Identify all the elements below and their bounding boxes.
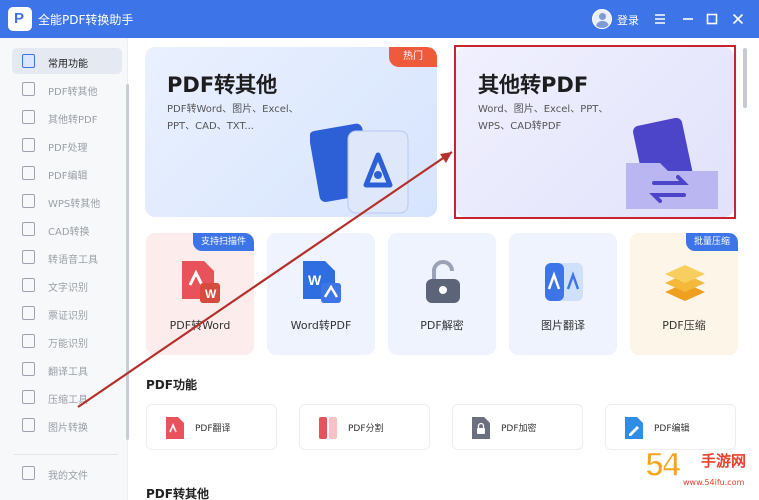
watermark-number: 54: [644, 445, 681, 485]
maximize-icon[interactable]: [702, 9, 722, 29]
pdf-lock-icon: [472, 417, 490, 439]
card-description: PDF转Word、图片、Excel、PPT、CAD、TXT...: [167, 104, 299, 132]
tool-image-translate[interactable]: 图片翻译: [509, 233, 617, 355]
scan-icon: [22, 334, 35, 348]
word-to-pdf-icon: W: [303, 261, 341, 303]
sidebar-divider: [14, 454, 118, 455]
sidebar-scrollbar[interactable]: [126, 84, 129, 440]
tool-pdf-compress[interactable]: 批量压缩 PDF压缩: [630, 233, 738, 355]
svg-text:W: W: [205, 287, 217, 301]
sidebar-item-other-to-pdf[interactable]: 其他转PDF: [12, 104, 122, 130]
app-logo: P: [8, 7, 32, 31]
sidebar-item-my-files[interactable]: 我的文件: [12, 460, 122, 486]
edit-icon: [22, 166, 35, 180]
sidebar-item-universal[interactable]: 万能识别: [12, 328, 122, 354]
wps-icon: [22, 194, 35, 208]
document-icon: [22, 138, 35, 152]
sidebar-item-common[interactable]: 常用功能: [12, 48, 122, 74]
text-recognize-icon: [22, 278, 35, 292]
pdf-to-word-icon: W: [182, 261, 220, 303]
tool-pdf-to-word[interactable]: 支持扫描件 W PDF转Word: [146, 233, 254, 355]
pdf-split-icon: [319, 417, 337, 439]
pdf-translate-icon: [166, 417, 184, 439]
home-icon: [22, 54, 35, 68]
ticket-icon: [22, 306, 35, 320]
main-scrollbar[interactable]: [743, 48, 747, 108]
scan-support-badge: 支持扫描件: [192, 233, 254, 251]
sidebar-item-wps[interactable]: WPS转其他: [12, 188, 122, 214]
sidebar-item-ocr[interactable]: 文字识别: [12, 272, 122, 298]
card-pdf-to-other[interactable]: PDF转其他 PDF转Word、图片、Excel、PPT、CAD、TXT... …: [145, 47, 437, 217]
file-pdf-icon: [22, 110, 35, 124]
hot-badge: 热门: [389, 47, 437, 67]
svg-text:W: W: [308, 272, 322, 288]
minimize-icon[interactable]: [678, 9, 698, 29]
sidebar-item-voice[interactable]: 转语音工具: [12, 244, 122, 270]
menu-icon[interactable]: [650, 9, 670, 29]
card-title: PDF转其他: [167, 73, 278, 97]
highlight-box: [454, 45, 736, 219]
sidebar-item-compress[interactable]: 压缩工具: [12, 384, 122, 410]
sidebar-item-pdf-edit[interactable]: PDF编辑: [12, 160, 122, 186]
sidebar-item-cad[interactable]: CAD转换: [12, 216, 122, 242]
avatar-icon[interactable]: [592, 9, 612, 29]
sidebar-item-pdf-process[interactable]: PDF处理: [12, 132, 122, 158]
translate-icon: [22, 362, 35, 376]
folder-icon: [22, 466, 35, 480]
title-bar: P 全能PDF转换助手 登录: [0, 0, 759, 38]
sidebar-item-translate[interactable]: 翻译工具: [12, 356, 122, 382]
sidebar-item-pdf-to-other[interactable]: PDF转其他: [12, 76, 122, 102]
pdf-edit-icon: [625, 417, 643, 439]
function-pdf-split[interactable]: PDF分割: [299, 404, 430, 450]
sidebar-item-image[interactable]: 图片转换: [12, 412, 122, 438]
cad-icon: [22, 222, 35, 236]
close-icon[interactable]: [728, 9, 748, 29]
image-icon: [22, 418, 35, 432]
pdf-document-illustration-icon: [310, 123, 409, 214]
function-pdf-encrypt[interactable]: PDF加密: [452, 404, 583, 450]
watermark-url: www.54ifu.com: [683, 478, 745, 487]
compress-layers-icon: [665, 265, 705, 301]
sidebar-item-ticket[interactable]: 票证识别: [12, 300, 122, 326]
tool-word-to-pdf[interactable]: W Word转PDF: [267, 233, 375, 355]
batch-compress-badge: 批量压缩: [685, 233, 738, 251]
section-title-pdf-to-other: PDF转其他: [146, 487, 209, 500]
section-title-pdf-functions: PDF功能: [146, 378, 197, 392]
tool-pdf-decrypt[interactable]: PDF解密: [388, 233, 496, 355]
app-title: 全能PDF转换助手: [38, 13, 134, 27]
login-button[interactable]: 登录: [617, 12, 639, 28]
voice-icon: [22, 250, 35, 264]
image-translate-icon: [545, 263, 583, 301]
watermark-text: 手游网: [701, 452, 747, 470]
unlock-icon: [426, 260, 460, 303]
watermark: 54 手游网 www.54ifu.com: [643, 444, 755, 496]
file-convert-icon: [22, 82, 35, 96]
compress-icon: [22, 390, 35, 404]
function-pdf-translate[interactable]: PDF翻译: [146, 404, 277, 450]
